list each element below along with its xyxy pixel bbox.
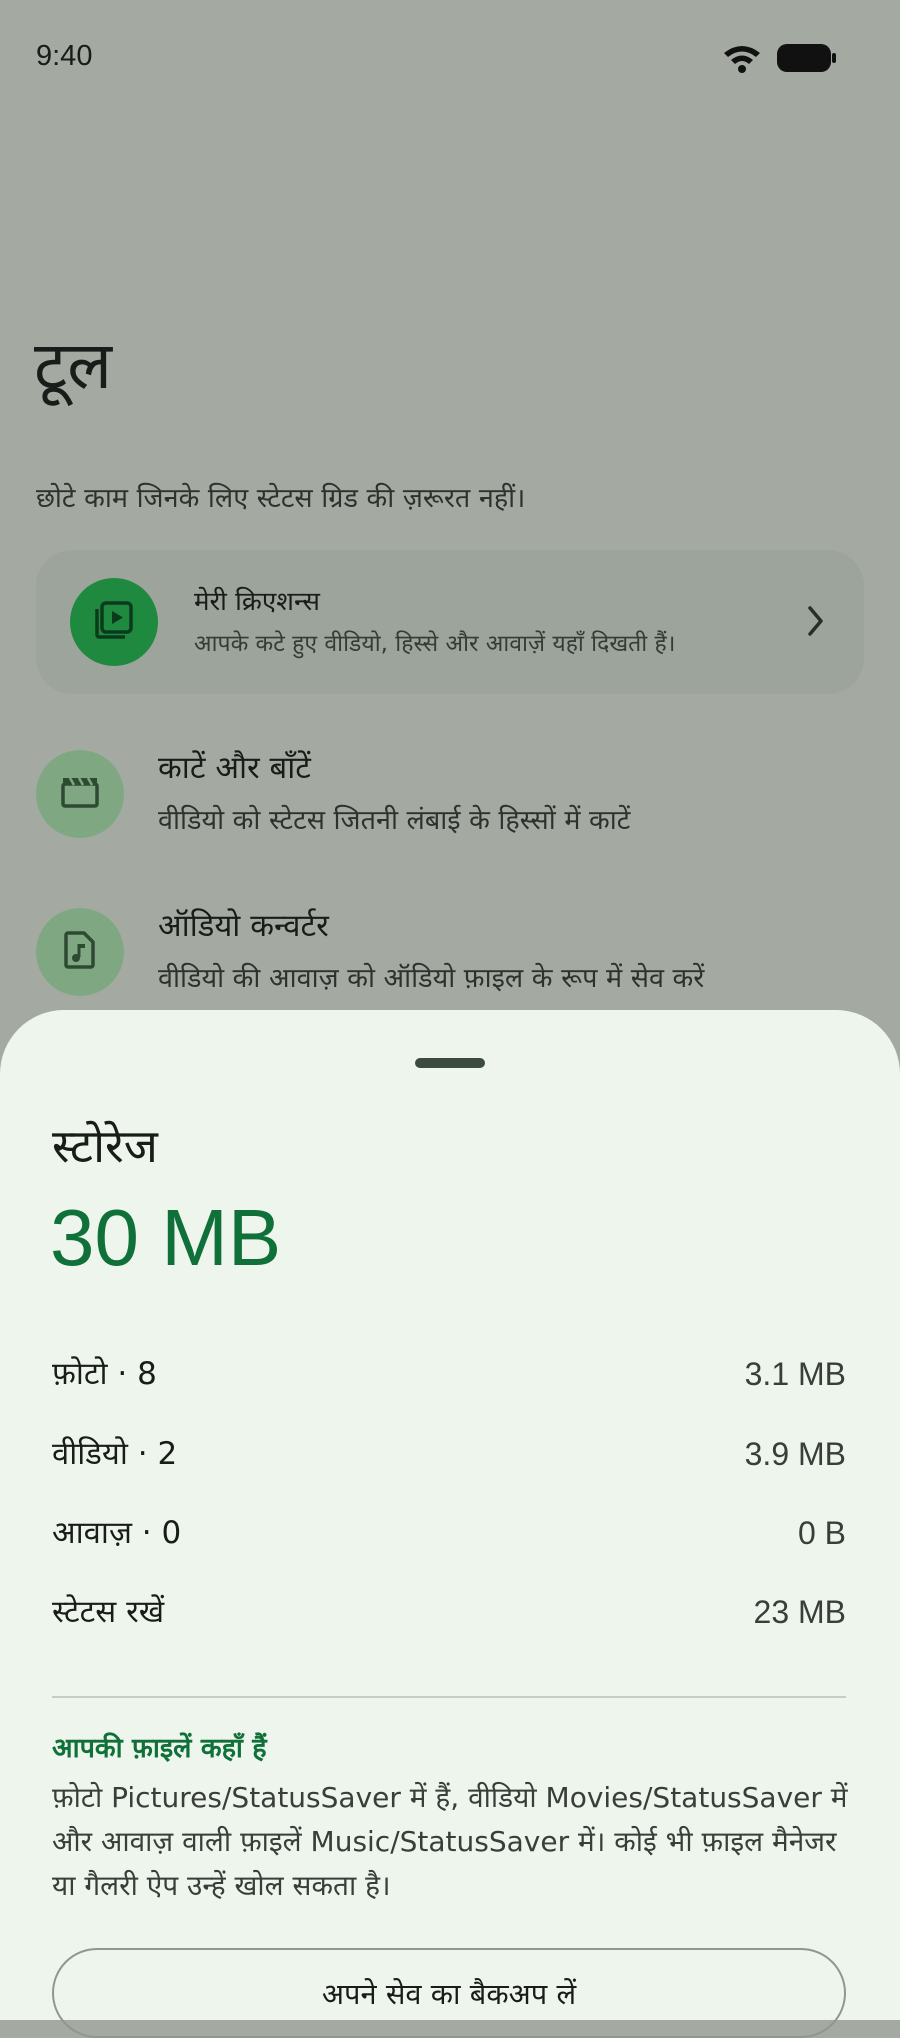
audio-file-icon (62, 930, 98, 974)
files-location-body: फ़ोटो Pictures/StatusSaver में हैं, वीडि… (52, 1781, 848, 1902)
page-title: टूल (34, 327, 113, 404)
storage-row-label: स्टेटस रखें (52, 1594, 165, 1630)
sheet-title: स्टोरेज (52, 1119, 158, 1173)
wifi-icon (722, 42, 762, 78)
storage-row-videos: वीडियो · 2 3.9 MB (52, 1432, 846, 1482)
storage-row-kept-statuses: स्टेटस रखें 23 MB (52, 1590, 846, 1640)
storage-row-label: वीडियो · 2 (52, 1436, 178, 1472)
backup-button[interactable]: अपने सेव का बैकअप लें (52, 1948, 846, 2038)
tool-title: ऑडियो कन्वर्टर (158, 908, 329, 944)
storage-bottom-sheet: स्टोरेज 30 MB फ़ोटो · 8 3.1 MB वीडियो · … (0, 1010, 900, 2038)
storage-row-value: 3.1 MB (744, 1356, 846, 1392)
status-icons (722, 42, 838, 78)
clapperboard-icon (60, 774, 100, 814)
creations-title: मेरी क्रिएशन्स (194, 587, 320, 617)
tool-description: वीडियो को स्टेटस जितनी लंबाई के हिस्सों … (158, 805, 631, 836)
storage-row-label: फ़ोटो · 8 (52, 1356, 157, 1392)
status-time: 9:40 (36, 40, 93, 72)
tool-description: वीडियो की आवाज़ को ऑडियो फ़ाइल के रूप मे… (158, 963, 705, 994)
tool-icon-circle (36, 908, 124, 996)
tool-audio-converter[interactable]: ऑडियो कन्वर्टर वीडियो की आवाज़ को ऑडियो … (36, 908, 864, 1008)
storage-row-photos: फ़ोटो · 8 3.1 MB (52, 1352, 846, 1402)
storage-total: 30 MB (50, 1193, 282, 1282)
storage-row-value: 0 B (797, 1515, 846, 1551)
drag-handle[interactable] (415, 1058, 485, 1068)
my-creations-card[interactable]: मेरी क्रिएशन्स आपके कटे हुए वीडियो, हिस्… (36, 550, 864, 694)
battery-icon (776, 43, 838, 77)
status-bar: 9:40 (0, 0, 900, 116)
video-library-icon (93, 599, 135, 645)
storage-row-audio: आवाज़ · 0 0 B (52, 1511, 846, 1561)
creations-icon-circle (70, 578, 158, 666)
tool-icon-circle (36, 750, 124, 838)
tool-title: काटें और बाँटें (158, 750, 311, 786)
storage-row-value: 23 MB (753, 1594, 846, 1630)
creations-description: आपके कटे हुए वीडियो, हिस्से और आवाज़ें य… (194, 631, 676, 657)
chevron-right-icon (806, 604, 826, 642)
storage-row-label: आवाज़ · 0 (52, 1515, 182, 1551)
divider (52, 1696, 846, 1698)
tool-cut-and-split[interactable]: काटें और बाँटें वीडियो को स्टेटस जितनी ल… (36, 750, 864, 850)
files-location-heading: आपकी फ़ाइलें कहाँ हैं (52, 1733, 267, 1764)
storage-row-value: 3.9 MB (744, 1436, 846, 1472)
page-subtitle: छोटे काम जिनके लिए स्टेटस ग्रिड की ज़रूर… (36, 483, 526, 514)
